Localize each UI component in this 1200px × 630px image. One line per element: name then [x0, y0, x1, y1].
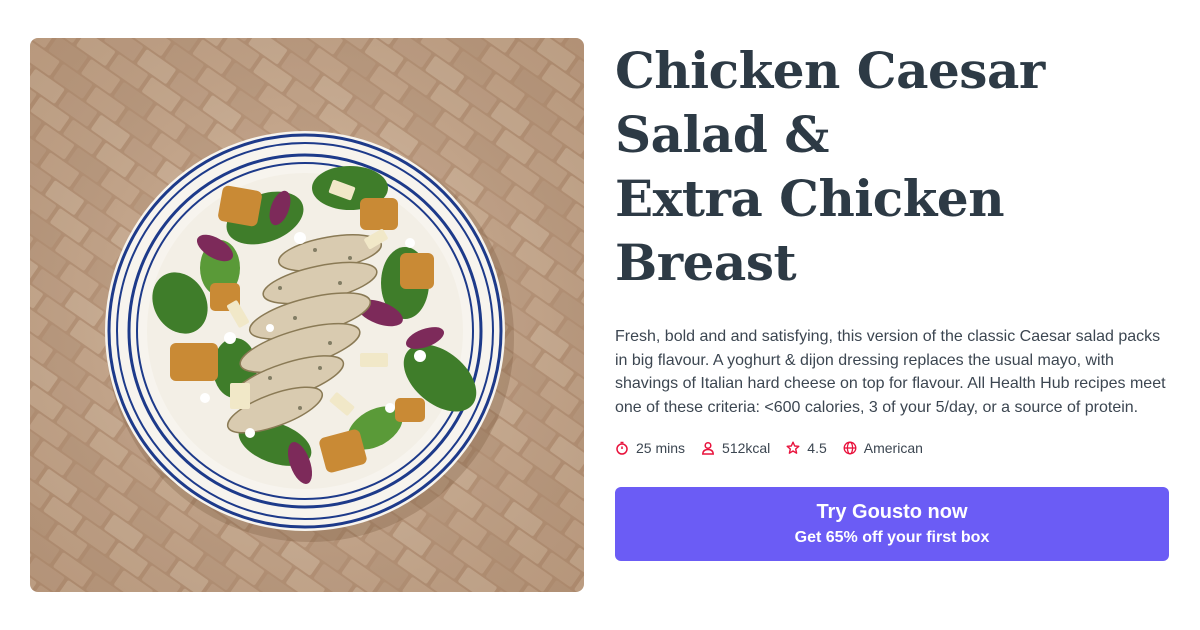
meta-cuisine-label: American: [863, 440, 923, 456]
recipe-title-line2: Extra Chicken Breast: [615, 169, 1005, 292]
meta-calories-label: 512kcal: [722, 440, 771, 456]
cta-subtitle: Get 65% off your first box: [794, 529, 990, 546]
star-icon: [786, 441, 800, 454]
meta-calories: 512kcal: [701, 440, 770, 456]
cta-title: Try Gousto now: [816, 501, 968, 523]
recipe-title-line1: Chicken Caesar Salad &: [615, 41, 1045, 164]
stopwatch-icon: [616, 441, 628, 455]
recipe-description: Fresh, bold and and satisfying, this ver…: [615, 328, 1166, 416]
globe-icon: [843, 441, 857, 455]
meta-rating: 4.5: [786, 440, 827, 456]
meta-rating-label: 4.5: [807, 440, 827, 456]
meta-time-label: 25 mins: [636, 440, 686, 456]
recipe-image: [30, 38, 584, 592]
person-icon: [702, 441, 715, 455]
recipe-details: Chicken Caesar Salad & Extra Chicken Bre…: [615, 38, 1171, 561]
recipe-title: Chicken Caesar Salad & Extra Chicken Bre…: [615, 39, 1171, 295]
try-gousto-button[interactable]: Try Gousto now Get 65% off your first bo…: [615, 487, 1169, 561]
meta-time: 25 mins: [615, 440, 685, 456]
meta-cuisine: American: [843, 440, 923, 456]
recipe-meta: 25 mins 512kcal 4.5 American: [615, 440, 1171, 456]
